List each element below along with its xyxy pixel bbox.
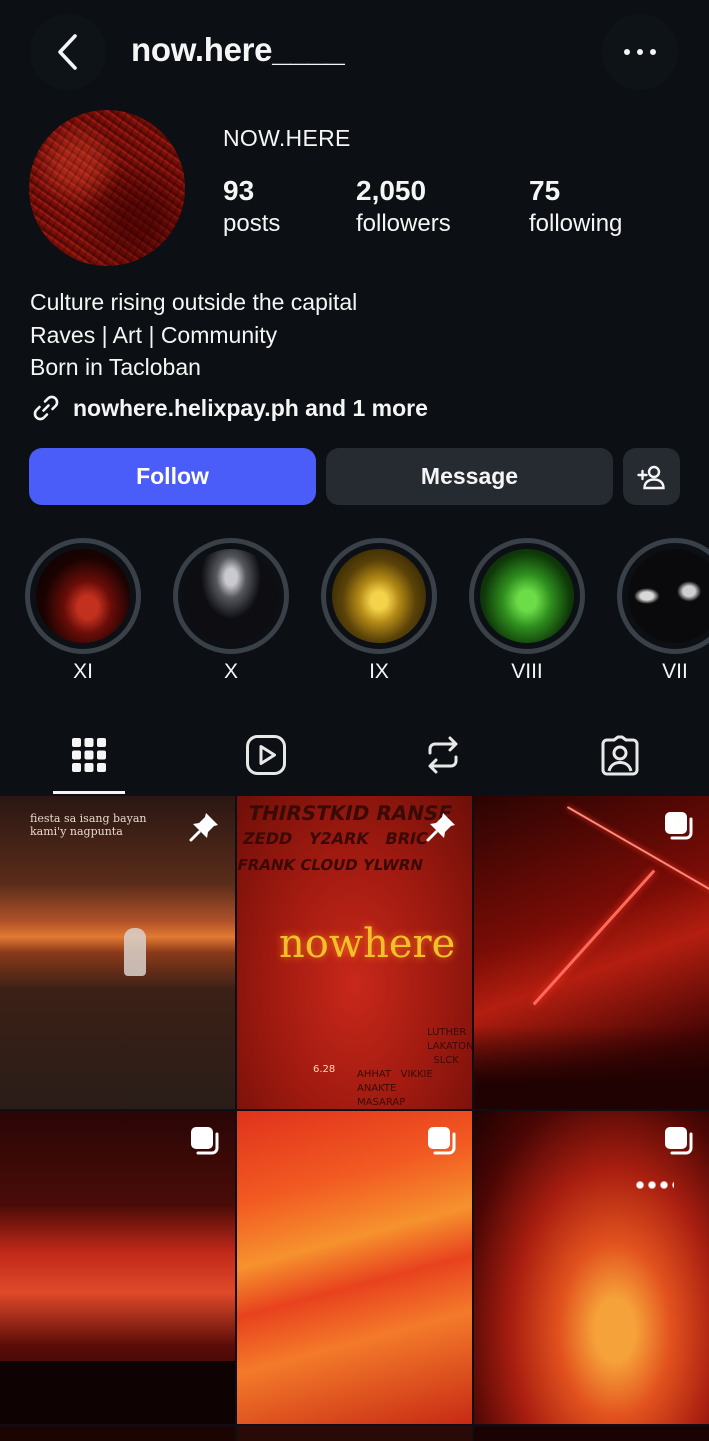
crowd-shadow (474, 1026, 709, 1109)
highlight-ix[interactable]: IX (321, 538, 437, 684)
carousel-icon (665, 812, 693, 840)
active-tab-indicator (53, 791, 125, 794)
highlight-cover (184, 549, 278, 643)
lineup-text-bottom: LUTHER LAKATON SLCK AHHAT VIKKIE ANAKTE … (357, 1026, 472, 1109)
lineup-name: FRANK CLOUD (237, 856, 360, 874)
carousel-icon (665, 1127, 693, 1155)
event-date: 6.28 (313, 1064, 336, 1075)
post-tile[interactable] (474, 796, 709, 1109)
more-options-button[interactable] (602, 14, 678, 90)
profile-username: now.here____ (131, 31, 345, 68)
stat-followers-value: 2,050 (356, 175, 427, 206)
caption-line: fiesta sa isang bayan (30, 812, 147, 825)
stat-followers[interactable]: 2,050 followers (356, 175, 451, 241)
caption-line: kami'y nagpunta (30, 825, 123, 838)
post-tile[interactable]: fiesta sa isang bayan kami'y nagpunta (0, 796, 235, 1109)
profile-link[interactable]: nowhere.helixpay.ph and 1 more (30, 392, 428, 424)
lineup-name: BRIC (383, 829, 430, 848)
lineup-name: YLWRN (361, 856, 425, 874)
post-tile[interactable] (474, 1111, 709, 1424)
highlight-vii[interactable]: VII (617, 538, 709, 684)
highlight-cover (480, 549, 574, 643)
pin-icon (426, 813, 455, 842)
post-tile[interactable]: THIRSTKID RANSE ZEDD Y2ARK BRIC FRANK CL… (237, 796, 472, 1109)
lineup-name: AHHAT (357, 1069, 392, 1080)
lineup-name: MASARAP (357, 1097, 406, 1108)
carousel-icon (191, 1127, 219, 1155)
lineup-name: ZEDD (241, 829, 295, 848)
tab-tagged[interactable] (531, 716, 708, 794)
audience-silhouette (0, 1361, 235, 1424)
highlight-viii[interactable]: VIII (469, 538, 585, 684)
post-tile[interactable] (0, 1426, 235, 1441)
post-caption-overlay: fiesta sa isang bayan kami'y nagpunta (30, 812, 146, 838)
lineup-name: SLCK (433, 1055, 459, 1066)
highlight-xi[interactable]: XI (25, 538, 141, 684)
highlight-cover (628, 549, 709, 643)
figure-shape (124, 928, 146, 976)
pin-icon (189, 813, 218, 842)
highlight-x[interactable]: X (173, 538, 289, 684)
reels-icon (245, 735, 286, 775)
highlight-cover (332, 549, 426, 643)
lineup-name: Y2ARK (306, 829, 371, 848)
back-button[interactable] (30, 14, 106, 90)
chevron-left-icon (58, 34, 77, 70)
highlight-label: VIII (511, 660, 543, 683)
stat-following-label: following (529, 210, 623, 237)
grid-icon (71, 738, 106, 772)
stat-followers-label: followers (356, 210, 451, 237)
top-bar: now.here____ (0, 0, 709, 104)
bio-line: Culture rising outside the capital (30, 289, 358, 315)
stat-posts-label: posts (223, 210, 281, 237)
stat-following[interactable]: 75 following (529, 175, 622, 241)
post-image (237, 1111, 472, 1424)
link-icon (33, 395, 59, 421)
highlight-label: X (223, 660, 238, 683)
highlight-cover (36, 549, 130, 643)
profile-bio: Culture rising outside the capital Raves… (30, 286, 357, 384)
profile-display-name: NOW.HERE (223, 125, 351, 151)
stat-posts-value: 93 (223, 175, 255, 206)
post-image (474, 1111, 709, 1424)
tagged-icon (601, 735, 638, 776)
stage-lights (634, 1181, 674, 1189)
profile-avatar[interactable] (29, 110, 185, 266)
highlight-label: VII (662, 660, 688, 683)
highlight-ring (173, 538, 289, 654)
lineup-name: LUTHER (427, 1027, 467, 1038)
repost-icon (428, 736, 457, 774)
highlight-ring (25, 538, 141, 654)
post-tile[interactable] (0, 1111, 235, 1424)
tab-grid[interactable] (0, 716, 177, 794)
post-tile[interactable] (237, 1111, 472, 1424)
highlight-label: XI (73, 660, 93, 683)
profile-link-text: nowhere.helixpay.ph and 1 more (73, 394, 428, 421)
follow-button[interactable]: Follow (29, 448, 316, 505)
highlight-ring (321, 538, 437, 654)
stat-posts[interactable]: 93 posts (223, 175, 280, 241)
tab-reposts[interactable] (354, 716, 531, 794)
person-add-icon (636, 465, 665, 489)
message-button[interactable]: Message (326, 448, 613, 505)
profile-tabs (0, 716, 709, 796)
post-tile[interactable] (237, 1426, 472, 1441)
highlight-label: IX (369, 660, 389, 683)
post-tile[interactable] (474, 1426, 709, 1441)
stat-following-value: 75 (529, 175, 561, 206)
carousel-icon (428, 1127, 456, 1155)
bio-line: Born in Tacloban (30, 354, 201, 380)
lineup-name: THIRSTKID (245, 801, 372, 825)
more-horizontal-icon (624, 49, 656, 55)
bio-line: Raves | Art | Community (30, 321, 278, 348)
post-title: nowhere (279, 921, 456, 967)
lineup-text: THIRSTKID RANSE ZEDD Y2ARK BRIC FRANK CL… (237, 800, 455, 878)
highlight-ring (469, 538, 585, 654)
highlight-ring (617, 538, 709, 654)
tab-reels[interactable] (177, 716, 354, 794)
suggested-accounts-button[interactable] (623, 448, 680, 505)
lineup-name: LAKATON (427, 1041, 472, 1052)
